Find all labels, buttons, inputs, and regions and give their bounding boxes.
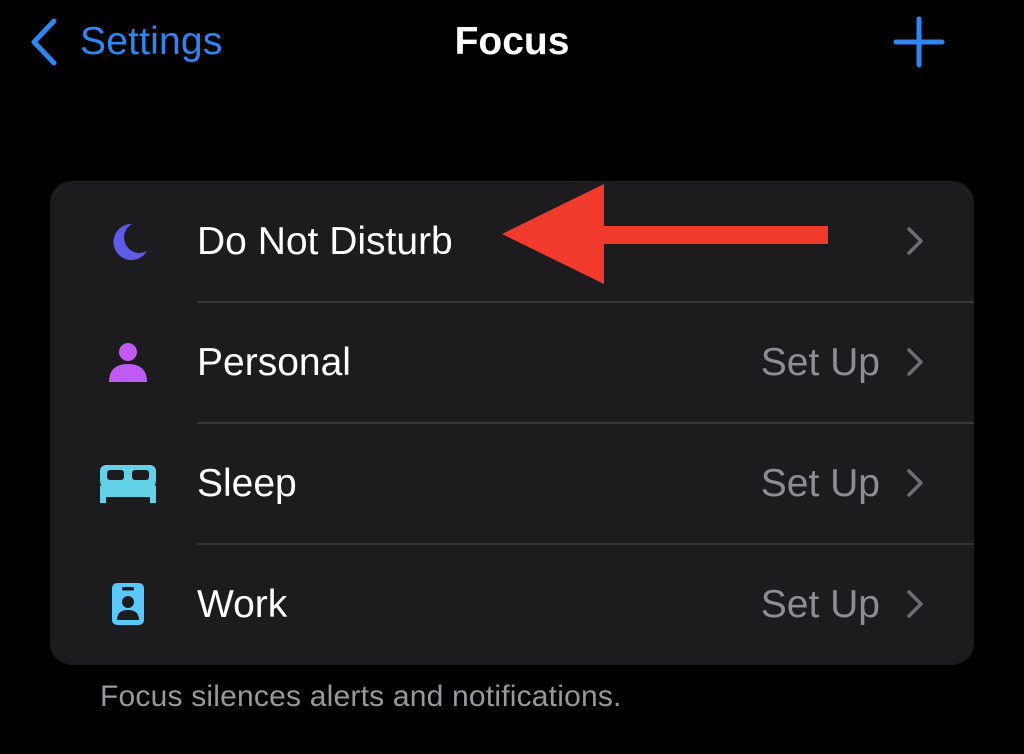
bed-icon xyxy=(96,453,160,513)
focus-modes-list: Do Not Disturb Personal Set Up Sleep Set… xyxy=(50,181,974,665)
chevron-right-icon xyxy=(907,227,923,255)
id-badge-icon xyxy=(96,574,160,634)
moon-icon xyxy=(96,211,160,271)
page-title: Focus xyxy=(454,20,570,63)
navigation-bar: Settings Focus xyxy=(0,0,1024,90)
focus-row-value: Set Up xyxy=(760,583,880,626)
focus-row-label: Sleep xyxy=(197,462,297,505)
chevron-right-icon xyxy=(907,348,923,376)
plus-icon xyxy=(892,15,946,69)
focus-row-personal[interactable]: Personal Set Up xyxy=(50,302,974,423)
focus-row-label: Personal xyxy=(197,341,351,384)
focus-row-value: Set Up xyxy=(760,341,880,384)
chevron-right-icon xyxy=(907,590,923,618)
focus-row-label: Work xyxy=(197,583,288,626)
section-footer: Focus silences alerts and notifications. xyxy=(100,680,622,713)
add-focus-button[interactable] xyxy=(892,15,946,69)
focus-row-do-not-disturb[interactable]: Do Not Disturb xyxy=(50,181,974,302)
chevron-right-icon xyxy=(907,469,923,497)
focus-row-value: Set Up xyxy=(760,462,880,505)
focus-row-sleep[interactable]: Sleep Set Up xyxy=(50,423,974,544)
focus-row-label: Do Not Disturb xyxy=(197,220,453,263)
person-icon xyxy=(96,332,160,392)
focus-row-work[interactable]: Work Set Up xyxy=(50,544,974,665)
